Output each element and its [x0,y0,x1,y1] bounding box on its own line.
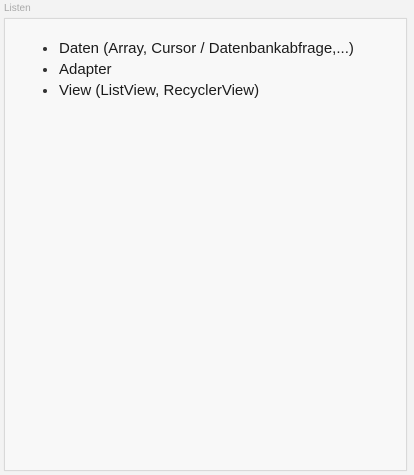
bullet-dot-icon [43,88,47,93]
bullet-text: Daten (Array, Cursor / Datenbankabfrage,… [59,40,354,57]
bullet-dot-icon [43,67,47,72]
bullet-item-adapter: Adapter [43,59,354,80]
frame-label: Listen [4,3,31,14]
bullet-text: Adapter [59,61,112,78]
bullet-item-view: View (ListView, RecyclerView) [43,80,354,101]
bullet-list: Daten (Array, Cursor / Datenbankabfrage,… [43,38,354,101]
slide-frame[interactable]: Daten (Array, Cursor / Datenbankabfrage,… [4,18,407,471]
bullet-text: View (ListView, RecyclerView) [59,82,260,99]
bullet-item-daten: Daten (Array, Cursor / Datenbankabfrage,… [43,38,354,59]
bullet-dot-icon [43,46,47,51]
